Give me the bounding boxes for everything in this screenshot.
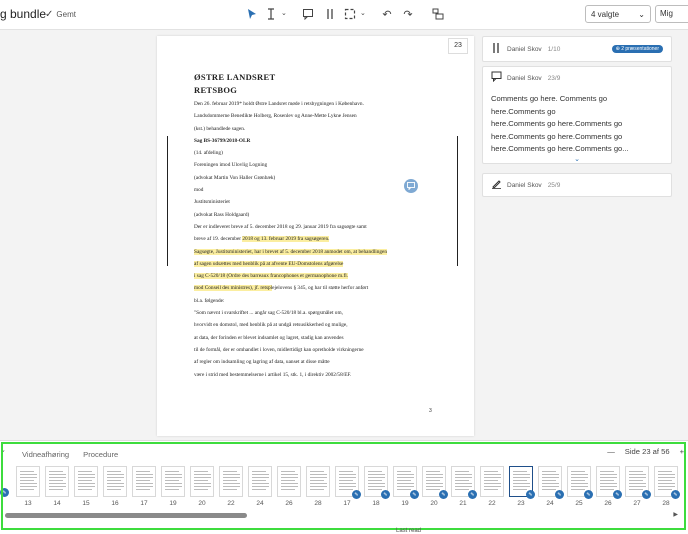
highlighted-text[interactable]: 2018 og 13. februar 2019 fra sagsøgeren. xyxy=(242,236,330,243)
comment-marker-icon[interactable] xyxy=(404,179,418,193)
comment-line: here.Comments go here.Comments go xyxy=(491,131,623,141)
document-line: hvorvidt en domstol, med henblik på at u… xyxy=(194,322,348,329)
court-heading: ØSTRE LANDSRET xyxy=(194,72,276,82)
status-text: Last read xyxy=(396,528,422,534)
chevron-down-icon[interactable]: ⌄ xyxy=(360,9,366,17)
comment-date: 25/9 xyxy=(547,181,561,189)
presentation-badge[interactable]: ⊕ 2 præsentationer xyxy=(611,45,663,53)
expand-chevron-icon[interactable]: ⌄ xyxy=(483,156,671,164)
comment-author: Daniel Skov xyxy=(507,74,542,82)
comment-date: 23/9 xyxy=(547,74,561,82)
document-line: breve af 19. december 2018 og 13. februa… xyxy=(194,236,330,243)
comment-icon xyxy=(491,71,502,85)
comment-header: Daniel Skov 23/9 xyxy=(483,67,671,89)
document-body: ØSTRE LANDSRET RETSBOG Den 26. februar 2… xyxy=(194,72,434,381)
document-line: (14. afdeling) xyxy=(194,150,223,157)
document-line: af regler om indsamling og lagring af da… xyxy=(194,359,330,366)
comment-line: here.Comments go here.Comments go... xyxy=(491,144,629,153)
undo-icon[interactable]: ↶ xyxy=(379,6,395,22)
presentation-badge-label: 2 præsentationer xyxy=(621,46,659,52)
page-footer-number: 3 xyxy=(429,408,432,414)
document-line: i sag C-520/18 (Ordre des barreaux franc… xyxy=(194,270,434,282)
document-line: (advokat Rass Holdgaard) xyxy=(194,211,250,218)
pointer-tool-icon[interactable] xyxy=(244,6,260,22)
saved-label: Gemt xyxy=(56,10,76,19)
highlighted-text[interactable]: i sag C-520/18 (Ordre des barreaux franc… xyxy=(194,273,349,280)
selection-dropdown-value: 4 valgte xyxy=(591,9,620,19)
document-line: mod xyxy=(194,187,204,194)
comment-author: Daniel Skov xyxy=(507,181,542,189)
document-line: Justitsministeriet xyxy=(194,199,230,206)
page-number: 23 xyxy=(448,38,468,54)
document-title: g bundle xyxy=(0,7,47,21)
comment-date: 1/10 xyxy=(547,45,561,53)
comment-author: Daniel Skov xyxy=(507,45,542,53)
highlighted-text[interactable]: af sagen udsættes med henblik på at afve… xyxy=(194,260,344,267)
comment-line: Comments go here. Comments go here.Comme… xyxy=(491,94,608,116)
comment-line: here.Comments go here.Comments go xyxy=(491,119,623,128)
document-line: (kst.) behandlede sagen. xyxy=(194,125,246,132)
saved-status: ✓ Gemt xyxy=(45,9,76,20)
redo-icon[interactable]: ↷ xyxy=(400,6,416,22)
comment-text: Comments go here. Comments go here.Comme… xyxy=(483,89,671,156)
comment-tool-icon[interactable] xyxy=(300,6,316,22)
user-dropdown[interactable]: Mig xyxy=(655,5,688,23)
document-line: Sag BS-36799/2018-OLR xyxy=(194,137,251,144)
comment-card-3[interactable]: Daniel Skov 25/9 xyxy=(482,173,672,197)
comment-card-2[interactable]: Daniel Skov 23/9 Comments go here. Comme… xyxy=(482,66,672,164)
comment-header: Daniel Skov 25/9 xyxy=(483,174,671,196)
document-line: Sagsøgte, Justitsministeriet, har i brev… xyxy=(194,246,434,258)
document-line: Landsdommerne Benedikte Holberg, Rosenle… xyxy=(194,113,357,120)
columns-icon xyxy=(491,42,501,57)
highlighted-text[interactable]: mod Conseil des ministres), jf. retspl xyxy=(194,285,273,292)
top-toolbar: g bundle ✓ Gemt ⌄ ⌄ ↶ ↷ 4 valgte ⌄ Mig xyxy=(0,0,688,30)
document-lines: Den 26. februar 2019* holdt Østre Landsr… xyxy=(194,98,434,381)
document-line: (advokat Martin Von Haller Grønbæk) xyxy=(194,174,276,181)
selection-dropdown[interactable]: 4 valgte ⌄ xyxy=(585,5,651,23)
document-line: Foreningen imod Ulovlig Logning xyxy=(194,162,268,169)
document-line: Den 26. februar 2019* holdt Østre Landsr… xyxy=(194,101,364,107)
check-icon: ✓ xyxy=(45,9,54,20)
comment-card-1[interactable]: Daniel Skov 1/10 ⊕ 2 præsentationer xyxy=(482,36,672,62)
margin-bar-left xyxy=(167,136,168,266)
columns-tool-icon[interactable] xyxy=(322,6,338,22)
document-page: 23 ØSTRE LANDSRET RETSBOG Den 26. februa… xyxy=(157,36,474,436)
document-line: være i strid med bestemmelserne i artike… xyxy=(194,371,352,378)
document-line: bl.a. følgende: xyxy=(194,297,225,304)
document-line: Der er indleveret breve af 5. december 2… xyxy=(194,223,367,230)
document-line: til de formål, der er omhandlet i loven,… xyxy=(194,346,364,353)
selection-tool-icon[interactable] xyxy=(342,6,358,22)
chevron-down-icon[interactable]: ⌄ xyxy=(281,9,287,17)
layout-icon[interactable] xyxy=(430,6,446,22)
pen-icon xyxy=(491,178,501,192)
document-line: "Som nævnt i svarskriftet ... angår sag … xyxy=(194,310,343,317)
highlight-frame xyxy=(1,442,686,530)
text-cursor-icon[interactable] xyxy=(263,6,279,22)
highlighted-text[interactable]: Sagsøgte, Justitsministeriet, har i brev… xyxy=(194,248,387,255)
record-heading: RETSBOG xyxy=(194,85,238,95)
comment-header: Daniel Skov 1/10 ⊕ 2 præsentationer xyxy=(483,37,671,61)
chevron-down-icon: ⌄ xyxy=(638,9,645,19)
document-line: af sagen udsættes med henblik på at afve… xyxy=(194,258,434,270)
margin-bar-right xyxy=(457,136,458,266)
document-line: at data, der forinden er blevet indsamle… xyxy=(194,334,344,341)
document-line: mod Conseil des ministres), jf. retsplej… xyxy=(194,285,369,292)
